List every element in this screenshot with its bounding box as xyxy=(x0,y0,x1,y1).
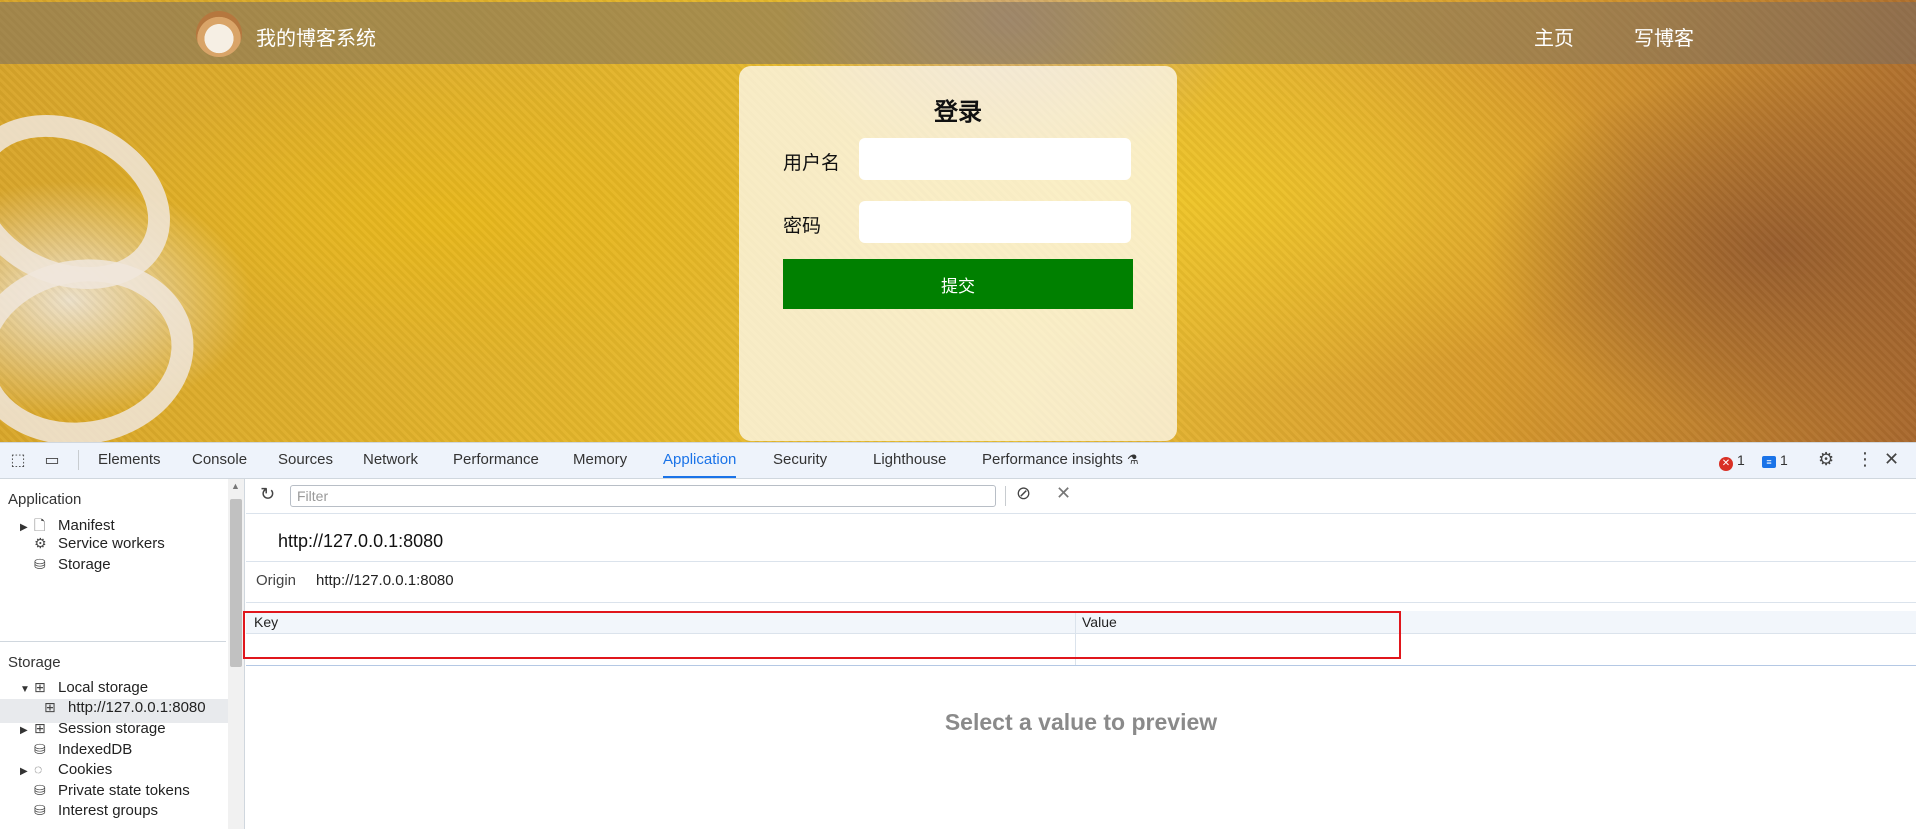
local-storage-view: ↻ ⊘ ✕ http://127.0.0.1:8080 Origin http:… xyxy=(246,479,1916,829)
sidebar-section-application: Application xyxy=(8,491,82,508)
expand-arrow-icon[interactable]: ▶ xyxy=(20,766,34,777)
error-count: 1 xyxy=(1737,452,1745,468)
expand-arrow-icon[interactable]: ▶ xyxy=(20,522,34,533)
gears-icon: ⚙ xyxy=(34,535,47,551)
sidebar-item-label: Manifest xyxy=(58,517,115,534)
tab-console[interactable]: Console xyxy=(192,443,247,476)
device-toolbar-icon[interactable]: ▭ xyxy=(42,451,62,471)
collapse-arrow-icon[interactable]: ▼ xyxy=(20,684,34,695)
table-grid-icon: ⊞ xyxy=(34,720,46,736)
submit-button[interactable]: 提交 xyxy=(783,259,1133,309)
origin-info-row: Origin http://127.0.0.1:8080 xyxy=(246,561,1916,603)
toolbar-divider xyxy=(78,450,79,470)
column-divider[interactable] xyxy=(1075,611,1076,665)
preview-placeholder: Select a value to preview xyxy=(944,709,1218,735)
tab-memory[interactable]: Memory xyxy=(573,443,627,476)
login-title: 登录 xyxy=(934,99,982,126)
password-input[interactable] xyxy=(859,201,1131,243)
delete-selected-icon[interactable]: ✕ xyxy=(1056,483,1071,504)
sidebar-item-storage[interactable]: ⛁ Storage xyxy=(20,556,111,580)
tab-sources[interactable]: Sources xyxy=(278,443,333,476)
tab-application[interactable]: Application xyxy=(663,443,737,478)
tab-security[interactable]: Security xyxy=(773,443,827,476)
tab-network[interactable]: Network xyxy=(363,443,418,476)
sidebar-item-interest-groups[interactable]: ⛁ Interest groups xyxy=(20,802,158,826)
cookie-icon: ◌ xyxy=(34,761,43,777)
sidebar-item-label: Session storage xyxy=(58,720,166,737)
background-rope xyxy=(0,241,209,442)
password-label: 密码 xyxy=(783,216,822,237)
table-grid-icon: ⊞ xyxy=(44,699,56,715)
site-brand: 我的博客系统 xyxy=(256,28,376,50)
column-header-value[interactable]: Value xyxy=(1082,614,1117,630)
database-icon: ⛁ xyxy=(34,556,46,572)
tab-elements[interactable]: Elements xyxy=(98,443,161,476)
sidebar-item-label: Local storage xyxy=(58,679,149,696)
tab-lighthouse[interactable]: Lighthouse xyxy=(873,443,946,476)
site-navbar: 我的博客系统 主页 写博客 xyxy=(0,2,1916,64)
login-card: 登录 用户名 密码 提交 xyxy=(739,66,1177,441)
settings-gear-icon[interactable]: ⚙ xyxy=(1818,449,1834,470)
logo-cat-avatar xyxy=(196,11,242,57)
message-count-badge[interactable]: ≡ 1 xyxy=(1762,452,1788,468)
filter-input[interactable] xyxy=(290,485,996,507)
username-input[interactable] xyxy=(859,138,1131,180)
inspect-element-icon[interactable]: ⬚ xyxy=(8,451,28,471)
sidebar-item-label: Service workers xyxy=(58,535,165,552)
database-icon: ⛁ xyxy=(34,741,46,757)
nav-link-home[interactable]: 主页 xyxy=(1534,22,1574,51)
sidebar-scrollbar[interactable]: ▲ xyxy=(228,479,245,829)
sidebar-item-label: IndexedDB xyxy=(58,741,133,758)
expand-arrow-icon[interactable]: ▶ xyxy=(20,725,34,736)
tab-performance-insights[interactable]: Performance insights ⚗ xyxy=(982,443,1139,476)
refresh-icon[interactable]: ↻ xyxy=(260,484,275,505)
sidebar-item-label: http://127.0.0.1:8080 xyxy=(68,699,206,716)
storage-table: Key Value xyxy=(246,611,1916,666)
close-devtools-icon[interactable]: ✕ xyxy=(1884,449,1899,470)
sidebar-item-label: Interest groups xyxy=(58,802,159,819)
sidebar-item-label: Private state tokens xyxy=(58,782,190,799)
sidebar-item-label: Storage xyxy=(58,556,111,573)
origin-label: Origin xyxy=(256,572,297,589)
message-icon: ≡ xyxy=(1762,456,1776,468)
username-label: 用户名 xyxy=(783,153,841,174)
table-header-row: Key Value xyxy=(246,611,1916,634)
toolbar-divider xyxy=(1005,486,1006,506)
error-icon: ✕ xyxy=(1719,457,1733,471)
table-row-empty[interactable] xyxy=(246,634,1916,664)
sidebar-divider xyxy=(0,641,226,642)
page-viewport: 我的博客系统 主页 写博客 登录 用户名 密码 提交 xyxy=(0,0,1916,442)
tab-performance-insights-label: Performance insights xyxy=(982,451,1123,468)
column-header-key[interactable]: Key xyxy=(254,614,278,630)
message-count: 1 xyxy=(1780,452,1788,468)
clear-all-icon[interactable]: ⊘ xyxy=(1016,483,1031,504)
origin-value: http://127.0.0.1:8080 xyxy=(316,572,454,589)
database-icon: ⛁ xyxy=(34,782,46,798)
table-grid-icon: ⊞ xyxy=(34,679,46,695)
scroll-up-arrow-icon[interactable]: ▲ xyxy=(231,481,240,491)
tab-performance[interactable]: Performance xyxy=(453,443,539,476)
sidebar-section-storage: Storage xyxy=(8,654,61,671)
sidebar-item-label: Cookies xyxy=(58,761,113,778)
database-icon: ⛁ xyxy=(34,802,46,818)
application-sidebar: Application ▶ 🗋 Manifest ⚙ Service workers … xyxy=(0,479,230,829)
devtools-toolbar: ⬚ ▭ Elements Console Sources Network Per… xyxy=(0,443,1916,479)
filter-toolbar: ↻ ⊘ ✕ xyxy=(246,479,1916,514)
origin-heading: http://127.0.0.1:8080 xyxy=(278,531,444,551)
devtools-panel: ⬚ ▭ Elements Console Sources Network Per… xyxy=(0,442,1916,829)
more-options-icon[interactable]: ⋮ xyxy=(1856,449,1874,470)
scrollbar-thumb[interactable] xyxy=(230,499,242,667)
nav-link-write-blog[interactable]: 写博客 xyxy=(1634,22,1694,51)
error-count-badge[interactable]: ✕ 1 xyxy=(1719,452,1745,471)
experiment-flask-icon: ⚗ xyxy=(1126,452,1139,467)
